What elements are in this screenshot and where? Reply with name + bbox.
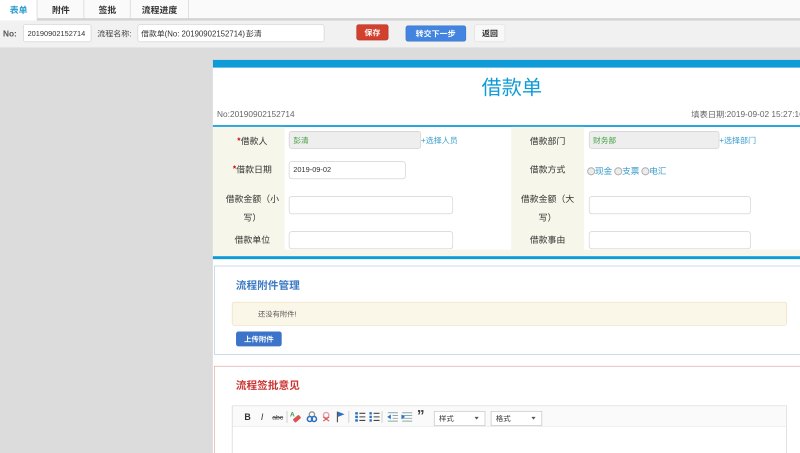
svg-text:”: ” bbox=[417, 408, 425, 425]
svg-text::: : bbox=[129, 29, 131, 38]
svg-text:No:: No: bbox=[3, 28, 17, 38]
svg-text:*: * bbox=[233, 164, 237, 174]
svg-text:!: ! bbox=[294, 310, 296, 319]
svg-text:abc: abc bbox=[272, 414, 284, 421]
svg-text:No:20190902152714: No:20190902152714 bbox=[217, 109, 295, 119]
svg-text:I: I bbox=[261, 412, 264, 422]
svg-text:B: B bbox=[244, 412, 250, 422]
svg-text:*: * bbox=[237, 135, 241, 145]
svg-text:A: A bbox=[290, 411, 295, 418]
svg-text:2019-09-02: 2019-09-02 bbox=[293, 165, 331, 174]
svg-text:(No: 20190902152714): (No: 20190902152714) bbox=[165, 29, 246, 38]
svg-text:+: + bbox=[719, 136, 724, 145]
svg-text:+: + bbox=[421, 136, 426, 145]
svg-text::2019-09-02 15:27:16: :2019-09-02 15:27:16 bbox=[724, 109, 800, 119]
svg-text:20190902152714: 20190902152714 bbox=[28, 29, 86, 38]
